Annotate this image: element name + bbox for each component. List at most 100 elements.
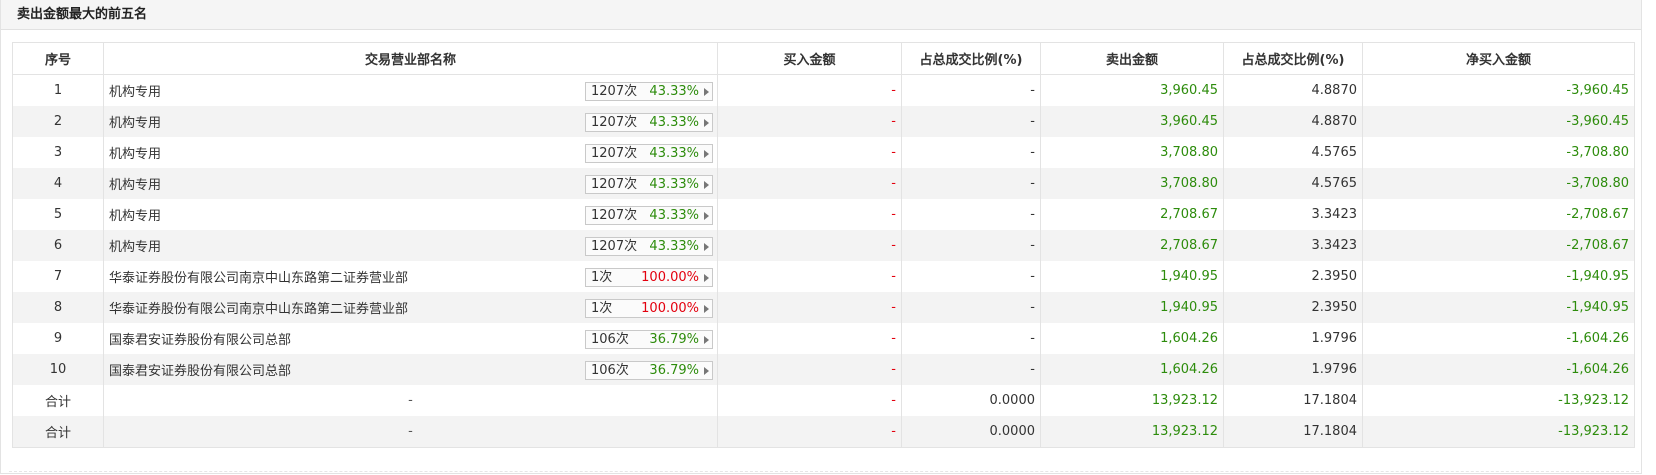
sell-ratio: 2.3950 — [1223, 292, 1363, 323]
panel-bottom-divider — [9, 471, 1639, 472]
sell-amount: 1,604.26 — [1040, 323, 1224, 354]
branch-name-cell: 机构专用 1207次 43.33% — [103, 168, 718, 199]
branch-name-cell: 华泰证券股份有限公司南京中山东路第二证券营业部 1次 100.00% — [103, 261, 718, 292]
total-label: 合计 — [12, 385, 104, 416]
win-rate: 36.79% — [649, 332, 699, 347]
win-rate: 43.33% — [649, 84, 699, 99]
sell-ranking-table: 序号 交易营业部名称 买入金额 占总成交比例(%) 卖出金额 占总成交比例(%)… — [12, 42, 1635, 448]
listing-count: 106次 — [591, 332, 629, 347]
listing-count: 1207次 — [591, 239, 638, 254]
branch-name-link[interactable]: 机构专用 — [109, 174, 161, 193]
caret-right-icon — [704, 88, 709, 96]
branch-name-link[interactable]: 机构专用 — [109, 236, 161, 255]
caret-right-icon — [704, 150, 709, 158]
branch-stats-tag[interactable]: 1207次 43.33% — [585, 206, 713, 225]
sell-amount: 1,940.95 — [1040, 261, 1224, 292]
net-buy-amount: -2,708.67 — [1362, 199, 1635, 230]
sell-ratio: 1.9796 — [1223, 354, 1363, 385]
buy-ratio: - — [901, 261, 1041, 292]
sell-amount: 1,940.95 — [1040, 292, 1224, 323]
total-label: 合计 — [12, 416, 104, 448]
table-header-row: 序号 交易营业部名称 买入金额 占总成交比例(%) 卖出金额 占总成交比例(%)… — [12, 42, 1635, 75]
header-branch-name: 交易营业部名称 — [103, 42, 718, 75]
branch-stats-tag[interactable]: 106次 36.79% — [585, 330, 713, 349]
row-index: 5 — [12, 199, 104, 230]
caret-right-icon — [704, 336, 709, 344]
table-row: 5 机构专用 1207次 43.33% - -2,708.67 3.3423 -2,708.6… — [12, 199, 1635, 230]
row-index: 1 — [12, 74, 104, 106]
branch-stats-tag[interactable]: 1次 100.00% — [585, 268, 713, 287]
total-buy-ratio: 0.0000 — [901, 385, 1041, 416]
net-buy-amount: -3,960.45 — [1362, 74, 1635, 106]
sell-ratio: 4.8870 — [1223, 74, 1363, 106]
branch-name-link[interactable]: 机构专用 — [109, 205, 161, 224]
branch-stats-tag[interactable]: 1207次 43.33% — [585, 144, 713, 163]
win-rate: 100.00% — [641, 270, 699, 285]
branch-name-link[interactable]: 华泰证券股份有限公司南京中山东路第二证券营业部 — [109, 298, 408, 317]
caret-right-icon — [704, 181, 709, 189]
net-buy-amount: -1,940.95 — [1362, 292, 1635, 323]
caret-right-icon — [704, 243, 709, 251]
buy-amount: - — [717, 137, 902, 168]
sell-amount: 3,960.45 — [1040, 106, 1224, 137]
branch-name-link[interactable]: 机构专用 — [109, 112, 161, 131]
branch-stats-tag[interactable]: 1207次 43.33% — [585, 82, 713, 101]
table-row: 6 机构专用 1207次 43.33% - -2,708.67 3.3423 -2,708.6… — [12, 230, 1635, 261]
sell-ratio: 4.5765 — [1223, 137, 1363, 168]
branch-name-link[interactable]: 国泰君安证券股份有限公司总部 — [109, 329, 291, 348]
net-buy-amount: -3,708.80 — [1362, 168, 1635, 199]
buy-ratio: - — [901, 292, 1041, 323]
branch-name-cell: 国泰君安证券股份有限公司总部 106次 36.79% — [103, 354, 718, 385]
buy-ratio: - — [901, 168, 1041, 199]
win-rate: 43.33% — [649, 115, 699, 130]
buy-amount: - — [717, 106, 902, 137]
row-index: 2 — [12, 106, 104, 137]
branch-stats-tag[interactable]: 106次 36.79% — [585, 361, 713, 380]
listing-count: 1207次 — [591, 115, 638, 130]
branch-name-cell: 国泰君安证券股份有限公司总部 106次 36.79% — [103, 323, 718, 354]
total-sell-ratio: 17.1804 — [1223, 416, 1363, 448]
table-body: 1 机构专用 1207次 43.33% - -3,960.45 4.8870 -3,960.4… — [12, 74, 1635, 448]
buy-amount: - — [717, 354, 902, 385]
row-index: 8 — [12, 292, 104, 323]
branch-name-link[interactable]: 机构专用 — [109, 143, 161, 162]
listing-count: 1207次 — [591, 146, 638, 161]
branch-stats-tag[interactable]: 1207次 43.33% — [585, 175, 713, 194]
row-index: 6 — [12, 230, 104, 261]
buy-amount: - — [717, 323, 902, 354]
table-row: 2 机构专用 1207次 43.33% - -3,960.45 4.8870 -3,960.4… — [12, 106, 1635, 137]
branch-stats-tag[interactable]: 1207次 43.33% — [585, 237, 713, 256]
branch-name-link[interactable]: 机构专用 — [109, 81, 161, 100]
total-sell-ratio: 17.1804 — [1223, 385, 1363, 416]
table-row: 8 华泰证券股份有限公司南京中山东路第二证券营业部 1次 100.00% - -1,940… — [12, 292, 1635, 323]
total-sell-amount: 13,923.12 — [1040, 385, 1224, 416]
win-rate: 43.33% — [649, 239, 699, 254]
win-rate: 36.79% — [649, 363, 699, 378]
listing-count: 106次 — [591, 363, 629, 378]
sell-amount: 2,708.67 — [1040, 230, 1224, 261]
buy-amount: - — [717, 168, 902, 199]
total-net-buy: -13,923.12 — [1362, 385, 1635, 416]
buy-ratio: - — [901, 74, 1041, 106]
header-buy-amount: 买入金额 — [717, 42, 902, 75]
branch-stats-tag[interactable]: 1207次 43.33% — [585, 113, 713, 132]
header-index: 序号 — [12, 42, 104, 75]
table-row: 7 华泰证券股份有限公司南京中山东路第二证券营业部 1次 100.00% - -1,940… — [12, 261, 1635, 292]
branch-name-cell: 机构专用 1207次 43.33% — [103, 106, 718, 137]
branch-name-link[interactable]: 国泰君安证券股份有限公司总部 — [109, 360, 291, 379]
table-row: 3 机构专用 1207次 43.33% - -3,708.80 4.5765 -3,708.8… — [12, 137, 1635, 168]
caret-right-icon — [704, 305, 709, 313]
branch-stats-tag[interactable]: 1次 100.00% — [585, 299, 713, 318]
branch-name-cell: 机构专用 1207次 43.33% — [103, 199, 718, 230]
row-index: 7 — [12, 261, 104, 292]
branch-name-link[interactable]: 华泰证券股份有限公司南京中山东路第二证券营业部 — [109, 267, 408, 286]
buy-amount: - — [717, 74, 902, 106]
total-row: 合计 - -0.0000 13,923.12 17.1804 -13,923.12 — [12, 416, 1635, 448]
header-net-buy: 净买入金额 — [1362, 42, 1635, 75]
header-sell-ratio: 占总成交比例(%) — [1223, 42, 1363, 75]
sell-ratio: 4.5765 — [1223, 168, 1363, 199]
table-row: 1 机构专用 1207次 43.33% - -3,960.45 4.8870 -3,960.4… — [12, 74, 1635, 106]
header-buy-ratio: 占总成交比例(%) — [901, 42, 1041, 75]
caret-right-icon — [704, 119, 709, 127]
total-row: 合计 - -0.0000 13,923.12 17.1804 -13,923.12 — [12, 385, 1635, 416]
